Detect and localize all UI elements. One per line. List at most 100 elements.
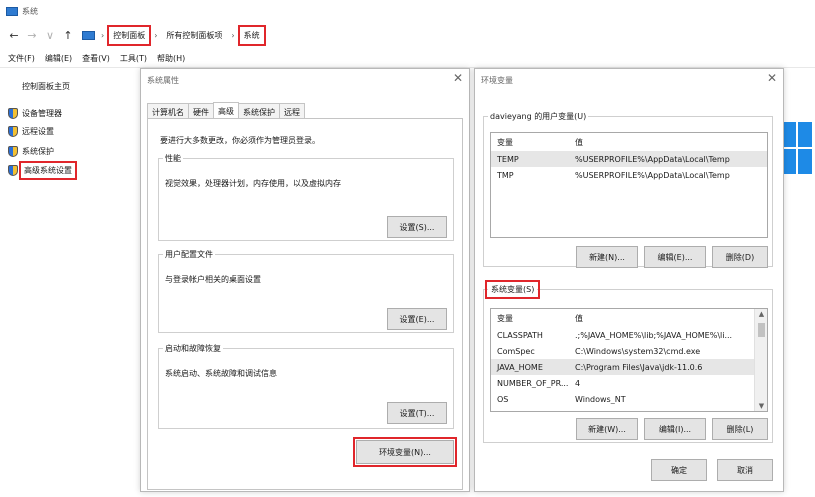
table-row[interactable]: OS Windows_NT bbox=[491, 391, 767, 407]
windows-logo-icon bbox=[782, 122, 812, 174]
user-delete-button[interactable]: 删除(D) bbox=[712, 246, 768, 268]
menu-edit[interactable]: 编辑(E) bbox=[45, 53, 72, 64]
system-variables-legend: 系统变量(S) bbox=[484, 280, 541, 299]
breadcrumb-separator: › bbox=[101, 30, 105, 40]
variable-value: 4 bbox=[575, 378, 581, 388]
performance-group: 性能 视觉效果，处理器计划，内存使用，以及虚拟内存 设置(S)... bbox=[158, 153, 454, 241]
up-arrow-icon[interactable]: ↑ bbox=[62, 29, 74, 42]
user-edit-button[interactable]: 编辑(E)... bbox=[644, 246, 706, 268]
sidebar-item-device-manager[interactable]: 设备管理器 bbox=[8, 108, 62, 119]
control-panel-icon bbox=[82, 30, 95, 40]
startup-recovery-group: 启动和故障恢复 系统启动、系统故障和调试信息 设置(T)... bbox=[158, 343, 454, 429]
header-value[interactable]: 值 bbox=[573, 137, 767, 148]
menu-view[interactable]: 查看(V) bbox=[82, 53, 110, 64]
sidebar-item-label: 设备管理器 bbox=[22, 109, 62, 118]
user-variables-list[interactable]: 变量 值 TEMP %USERPROFILE%\AppData\Local\Te… bbox=[490, 132, 768, 238]
system-icon bbox=[6, 6, 18, 16]
table-row[interactable]: JAVA_HOME C:\Program Files\Java\jdk-11.0… bbox=[491, 359, 767, 375]
table-row[interactable]: TEMP %USERPROFILE%\AppData\Local\Temp bbox=[491, 151, 767, 167]
environment-variables-dialog: 环境变量 ✕ davieyang 的用户变量(U) 变量 值 TEMP %USE… bbox=[474, 68, 784, 492]
table-row[interactable]: CLASSPATH .;%JAVA_HOME%\lib;%JAVA_HOME%\… bbox=[491, 327, 767, 343]
menu-bar: 文件(F) 编辑(E) 查看(V) 工具(T) 帮助(H) bbox=[0, 50, 815, 68]
dialog-title: 系统属性 bbox=[147, 76, 179, 85]
window-title: 系统 bbox=[22, 6, 38, 16]
user-profile-group: 用户配置文件 与登录帐户相关的桌面设置 设置(E)... bbox=[158, 249, 454, 333]
list-header: 变量 值 bbox=[491, 309, 767, 327]
user-profile-legend: 用户配置文件 bbox=[165, 250, 213, 259]
performance-description: 视觉效果，处理器计划，内存使用，以及虚拟内存 bbox=[165, 179, 341, 188]
header-variable[interactable]: 变量 bbox=[491, 137, 573, 148]
variable-name: TEMP bbox=[497, 154, 519, 164]
variable-name: JAVA_HOME bbox=[497, 362, 543, 372]
user-new-button[interactable]: 新建(N)... bbox=[576, 246, 638, 268]
sidebar-item-protection[interactable]: 系统保护 bbox=[8, 146, 54, 157]
table-row[interactable]: NUMBER_OF_PR... 4 bbox=[491, 375, 767, 391]
shield-icon bbox=[8, 126, 18, 137]
close-icon[interactable]: ✕ bbox=[453, 71, 463, 85]
variable-name: TMP bbox=[497, 170, 514, 180]
breadcrumb-separator: › bbox=[231, 30, 235, 40]
sidebar-item-advanced[interactable]: 高级系统设置 bbox=[8, 161, 77, 180]
user-profile-settings-button[interactable]: 设置(E)... bbox=[387, 308, 447, 330]
advanced-tab-pane: 要进行大多数更改，你必须作为管理员登录。 性能 视觉效果，处理器计划，内存使用，… bbox=[147, 118, 463, 490]
user-variables-legend: davieyang 的用户变量(U) bbox=[490, 112, 587, 121]
sidebar-home-link[interactable]: 控制面板主页 bbox=[22, 81, 70, 92]
breadcrumb-separator: › bbox=[154, 30, 158, 40]
variable-name: NUMBER_OF_PR... bbox=[497, 378, 569, 388]
system-edit-button[interactable]: 编辑(I)... bbox=[644, 418, 706, 440]
sidebar-item-label: 远程设置 bbox=[22, 127, 54, 136]
performance-legend: 性能 bbox=[165, 154, 181, 163]
address-bar: ← → ∨ ↑ › 控制面板 › 所有控制面板项 › 系统 bbox=[0, 24, 815, 46]
list-header: 变量 值 bbox=[491, 133, 767, 151]
startup-recovery-legend: 启动和故障恢复 bbox=[165, 344, 221, 353]
system-new-button[interactable]: 新建(W)... bbox=[576, 418, 638, 440]
ok-button[interactable]: 确定 bbox=[651, 459, 707, 481]
performance-settings-button[interactable]: 设置(S)... bbox=[387, 216, 447, 238]
sidebar-item-label: 系统保护 bbox=[22, 147, 54, 156]
variable-name: CLASSPATH bbox=[497, 330, 543, 340]
variable-value: %USERPROFILE%\AppData\Local\Temp bbox=[575, 154, 730, 164]
system-variables-list[interactable]: 变量 值 CLASSPATH .;%JAVA_HOME%\lib;%JAVA_H… bbox=[490, 308, 768, 412]
system-delete-button[interactable]: 删除(L) bbox=[712, 418, 768, 440]
shield-icon bbox=[8, 146, 18, 157]
menu-file[interactable]: 文件(F) bbox=[8, 53, 35, 64]
scrollbar-thumb[interactable] bbox=[758, 323, 765, 337]
sidebar-item-remote[interactable]: 远程设置 bbox=[8, 126, 54, 137]
forward-arrow-icon[interactable]: → bbox=[26, 29, 38, 42]
user-variables-group: davieyang 的用户变量(U) 变量 值 TEMP %USERPROFIL… bbox=[483, 111, 773, 268]
table-row[interactable]: TMP %USERPROFILE%\AppData\Local\Temp bbox=[491, 167, 767, 183]
recent-locations-icon[interactable]: ∨ bbox=[44, 29, 56, 42]
variable-value: C:\Program Files\Java\jdk-11.0.6 bbox=[575, 362, 703, 372]
back-arrow-icon[interactable]: ← bbox=[8, 29, 20, 42]
variable-value: %USERPROFILE%\AppData\Local\Temp bbox=[575, 170, 730, 180]
admin-notice: 要进行大多数更改，你必须作为管理员登录。 bbox=[160, 136, 320, 145]
breadcrumb-system[interactable]: 系统 bbox=[237, 24, 266, 46]
user-profile-description: 与登录帐户相关的桌面设置 bbox=[165, 275, 261, 284]
scroll-down-icon[interactable]: ▼ bbox=[755, 402, 767, 410]
variable-name: OS bbox=[497, 394, 509, 404]
menu-tools[interactable]: 工具(T) bbox=[120, 53, 147, 64]
startup-recovery-settings-button[interactable]: 设置(T)... bbox=[387, 402, 447, 424]
shield-icon bbox=[8, 165, 18, 176]
variable-name: ComSpec bbox=[497, 346, 535, 356]
system-properties-dialog: 系统属性 ✕ 计算机名 硬件 高级 系统保护 远程 要进行大多数更改，你必须作为… bbox=[140, 68, 470, 492]
shield-icon bbox=[8, 108, 18, 119]
dialog-title: 环境变量 bbox=[481, 76, 513, 85]
menu-help[interactable]: 帮助(H) bbox=[157, 53, 185, 64]
window-titlebar: 系统 bbox=[0, 0, 815, 22]
breadcrumb-control-panel[interactable]: 控制面板 bbox=[107, 24, 152, 46]
vertical-scrollbar[interactable]: ▲ ▼ bbox=[754, 309, 767, 411]
startup-recovery-description: 系统启动、系统故障和调试信息 bbox=[165, 369, 277, 378]
header-value[interactable]: 值 bbox=[573, 313, 767, 324]
header-variable[interactable]: 变量 bbox=[491, 313, 573, 324]
system-variables-group: 系统变量(S) 变量 值 CLASSPATH .;%JAVA_HOME%\lib… bbox=[483, 280, 773, 443]
variable-value: .;%JAVA_HOME%\lib;%JAVA_HOME%\li... bbox=[575, 330, 733, 340]
scroll-up-icon[interactable]: ▲ bbox=[755, 310, 767, 318]
sidebar-item-label: 高级系统设置 bbox=[19, 161, 77, 180]
breadcrumb-all-items[interactable]: 所有控制面板项 bbox=[163, 28, 225, 43]
close-icon[interactable]: ✕ bbox=[767, 71, 777, 85]
cancel-button[interactable]: 取消 bbox=[717, 459, 773, 481]
table-row[interactable]: ComSpec C:\Windows\system32\cmd.exe bbox=[491, 343, 767, 359]
variable-value: C:\Windows\system32\cmd.exe bbox=[575, 346, 701, 356]
environment-variables-button[interactable]: 环境变量(N)... bbox=[353, 437, 457, 467]
